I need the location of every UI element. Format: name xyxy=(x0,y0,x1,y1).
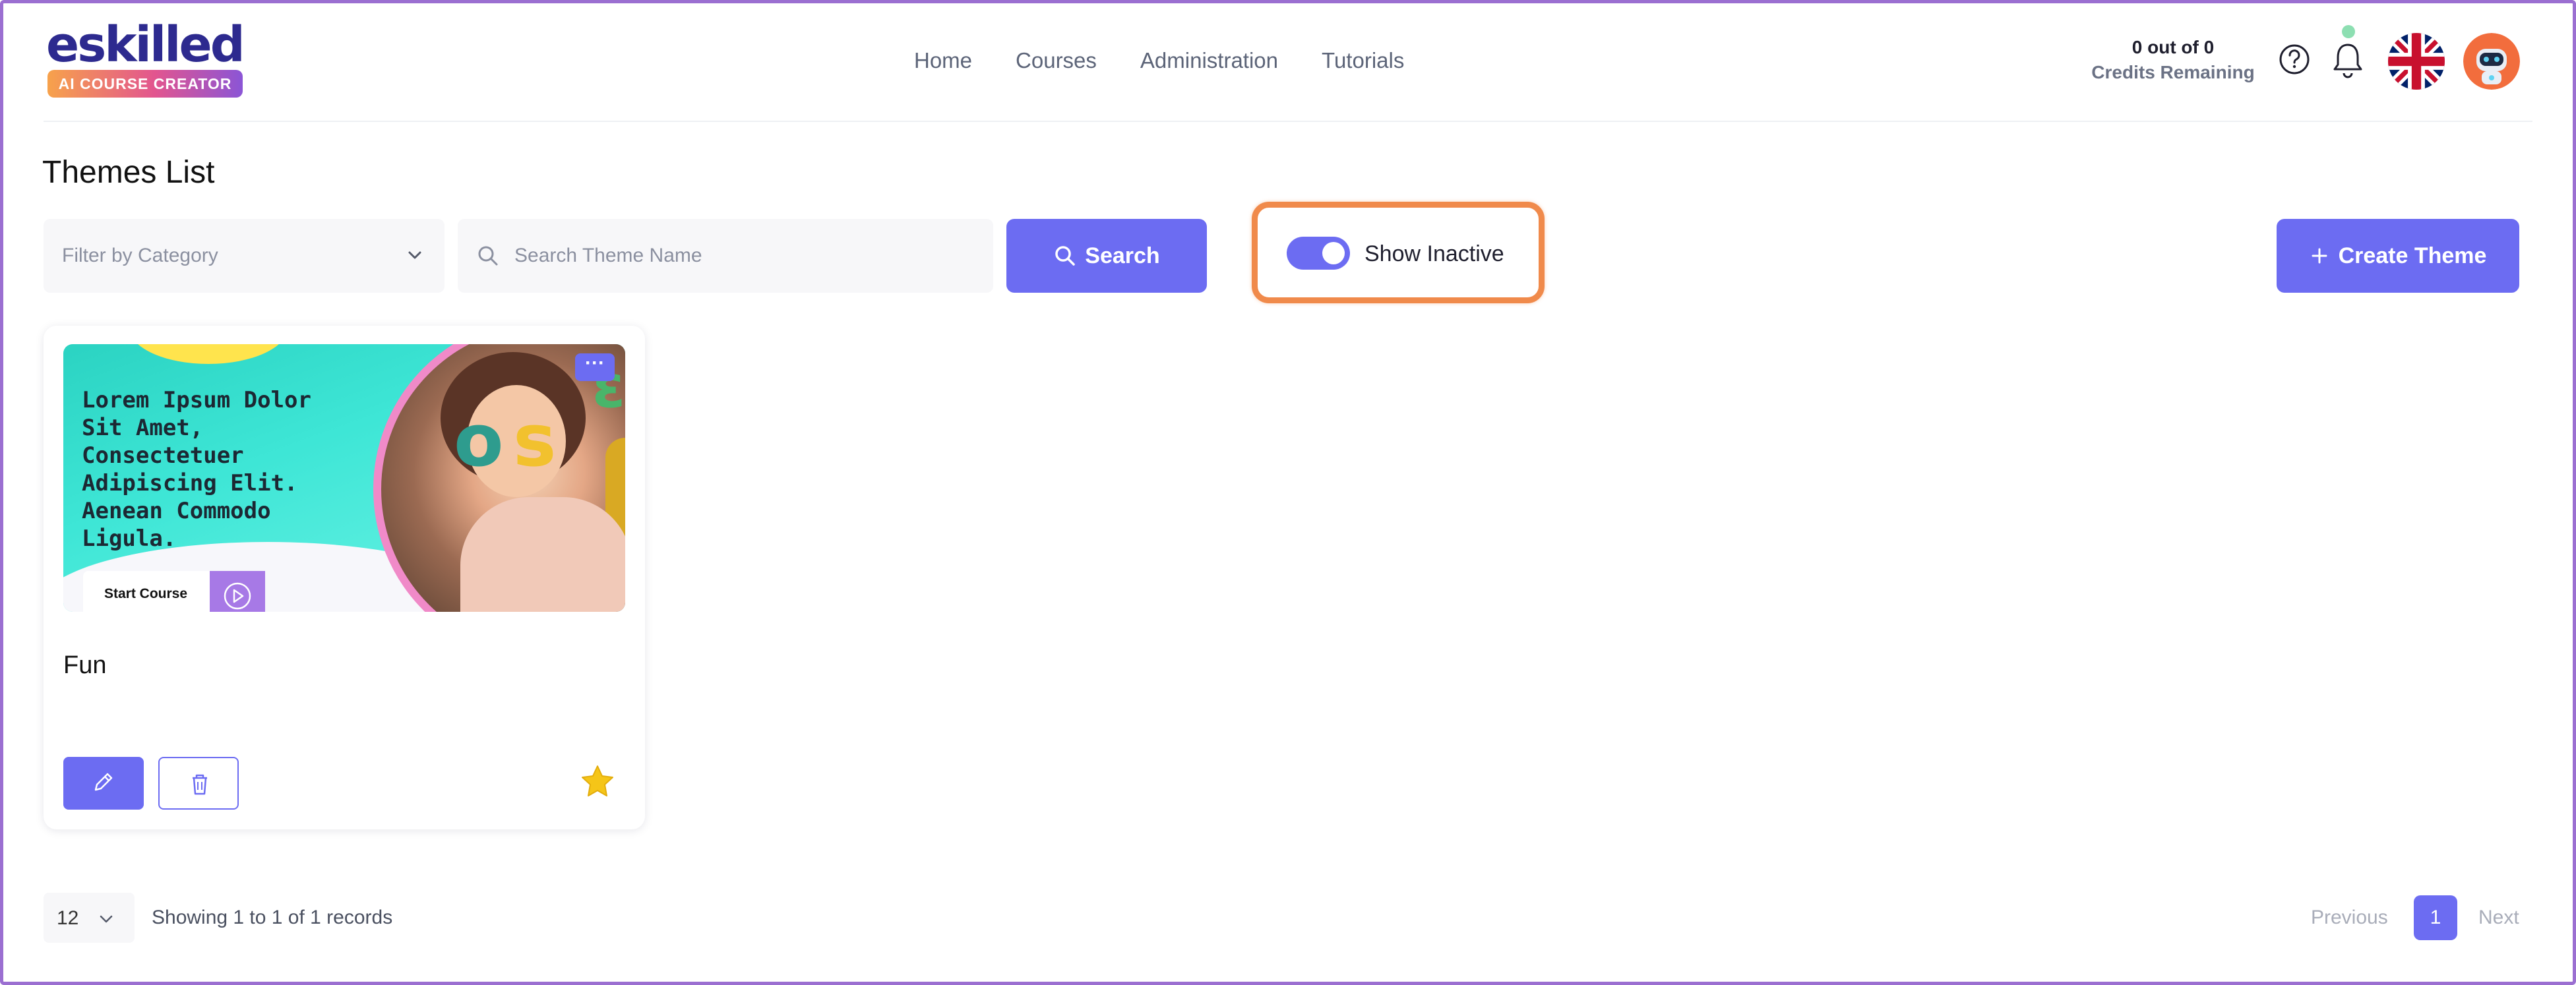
preview-number-shape: s xyxy=(513,398,557,483)
page-title: Themes List xyxy=(42,155,215,190)
bell-icon[interactable] xyxy=(2331,40,2364,80)
favorite-star-icon[interactable] xyxy=(579,763,616,800)
notification-dot xyxy=(2342,25,2355,38)
search-input[interactable] xyxy=(514,237,976,274)
search-icon xyxy=(1055,246,1076,266)
nav-courses[interactable]: Courses xyxy=(1016,46,1097,75)
pagination-next[interactable]: Next xyxy=(2478,905,2519,931)
plus-icon xyxy=(2312,248,2327,264)
credits-label: Credits Remaining xyxy=(2091,62,2255,82)
preview-text: Lorem Ipsum Dolor Sit Amet, Consectetuer… xyxy=(82,387,311,552)
nav-tutorials[interactable]: Tutorials xyxy=(1322,46,1404,75)
preview-start-course: Start Course xyxy=(83,571,265,612)
theme-preview-image: o s ε Lorem Ipsum Dolor Sit Amet, Consec… xyxy=(63,344,625,612)
category-filter-select[interactable]: Filter by Category xyxy=(44,219,445,293)
pagination-previous[interactable]: Previous xyxy=(2311,905,2388,931)
nav-administration[interactable]: Administration xyxy=(1140,46,1278,75)
logo-tagline: AI COURSE CREATOR xyxy=(47,70,243,98)
search-button[interactable]: Search xyxy=(1006,219,1207,293)
search-field[interactable] xyxy=(458,219,993,293)
header-divider xyxy=(44,121,2532,122)
preview-number-shape: o xyxy=(454,398,504,483)
chevron-down-icon xyxy=(100,915,113,923)
help-icon[interactable] xyxy=(2279,44,2310,75)
show-inactive-toggle[interactable] xyxy=(1287,237,1350,270)
show-inactive-label: Show Inactive xyxy=(1365,241,1504,266)
create-theme-button[interactable]: Create Theme xyxy=(2277,219,2519,293)
preview-photo-shirt xyxy=(460,497,625,612)
edit-theme-button[interactable] xyxy=(63,757,144,810)
preview-sun-shape xyxy=(129,344,288,364)
robot-avatar[interactable] xyxy=(2463,33,2520,90)
top-header: eskilled AI COURSE CREATOR Home Courses … xyxy=(0,0,2576,123)
records-summary: Showing 1 to 1 of 1 records xyxy=(152,907,393,928)
toggle-knob xyxy=(1322,242,1345,264)
delete-theme-button[interactable] xyxy=(158,757,239,810)
search-button-label: Search xyxy=(1085,243,1160,268)
play-icon xyxy=(210,571,265,612)
nav-home[interactable]: Home xyxy=(914,46,972,75)
per-page-select[interactable]: 12 xyxy=(44,893,135,943)
show-inactive-highlight: Show Inactive xyxy=(1252,202,1545,303)
chevron-down-icon xyxy=(408,251,421,259)
category-filter-placeholder: Filter by Category xyxy=(62,245,218,266)
uk-flag-icon[interactable] xyxy=(2388,33,2445,90)
theme-card[interactable]: o s ε Lorem Ipsum Dolor Sit Amet, Consec… xyxy=(44,326,645,829)
create-theme-label: Create Theme xyxy=(2338,243,2487,268)
main-nav: Home Courses Administration Tutorials xyxy=(914,46,1448,75)
theme-name: Fun xyxy=(63,651,107,679)
eskilled-logo[interactable]: eskilled AI COURSE CREATOR xyxy=(46,16,245,98)
pagination-page-1[interactable]: 1 xyxy=(2414,895,2457,940)
per-page-value: 12 xyxy=(57,907,79,929)
preview-photo: o s ε xyxy=(373,344,625,612)
search-icon xyxy=(478,246,498,266)
trash-icon xyxy=(193,774,207,795)
logo-wordmark: eskilled xyxy=(46,16,245,73)
credits-count: 0 out of 0 xyxy=(2131,37,2215,57)
credits-indicator: 0 out of 0 Credits Remaining xyxy=(2077,36,2269,86)
preview-start-label: Start Course xyxy=(104,586,188,601)
pencil-icon xyxy=(94,773,113,791)
more-options-icon[interactable]: ··· xyxy=(575,353,615,381)
